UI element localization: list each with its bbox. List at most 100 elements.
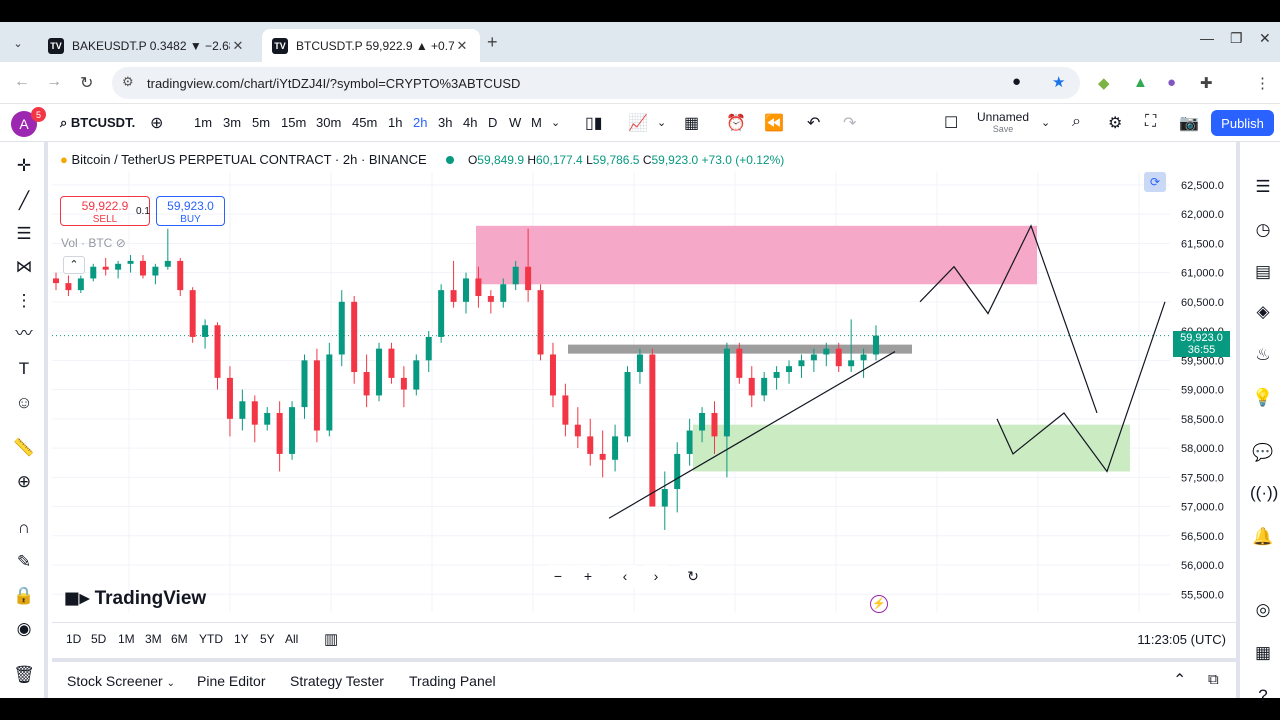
range-all[interactable]: All bbox=[285, 632, 298, 646]
tab-strategy-tester[interactable]: Strategy Tester bbox=[290, 673, 384, 689]
templates-icon[interactable]: ▦ bbox=[684, 113, 699, 133]
notifications-bell-icon[interactable]: 🔔 bbox=[1250, 524, 1276, 550]
quick-search-icon[interactable]: ⌕ bbox=[1072, 113, 1081, 131]
collapse-legend-icon[interactable]: ⌃ bbox=[63, 256, 85, 274]
target-icon[interactable]: ◎ bbox=[1250, 597, 1276, 623]
range-1m[interactable]: 1M bbox=[118, 632, 135, 646]
watchlist-icon[interactable]: ☰ bbox=[1250, 174, 1276, 200]
tradingview-extension-icon[interactable]: ● bbox=[1012, 73, 1021, 90]
close-icon[interactable]: ✕ bbox=[230, 38, 246, 54]
utc-clock[interactable]: 11:23:05 (UTC) bbox=[1137, 632, 1226, 647]
back-icon[interactable]: ← bbox=[14, 73, 30, 91]
browser-tab[interactable]: TV BAKEUSDT.P 0.3482 ▼ −2.68% ✕ bbox=[38, 29, 256, 62]
interval-15m[interactable]: 15m bbox=[281, 115, 306, 130]
minimize-icon[interactable]: — bbox=[1200, 30, 1214, 46]
camera-icon[interactable]: 📷 bbox=[1179, 113, 1199, 133]
interval-5m[interactable]: 5m bbox=[252, 115, 270, 130]
extension-icon[interactable]: ◆ bbox=[1098, 74, 1110, 92]
lock-icon[interactable]: 🔒 bbox=[12, 584, 36, 608]
restore-icon[interactable]: ❐ bbox=[1230, 30, 1243, 47]
range-5y[interactable]: 5Y bbox=[260, 632, 275, 646]
alert-icon[interactable]: ⏰ bbox=[726, 113, 746, 133]
settings-icon[interactable]: ⚙ bbox=[1108, 113, 1122, 133]
chevron-down-icon[interactable]: ⌄ bbox=[551, 116, 560, 129]
symbol-search[interactable]: ⌕ BTCUSDT. bbox=[60, 115, 135, 131]
browser-tab-active[interactable]: TV BTCUSDT.P 59,922.9 ▲ +0.76% ✕ bbox=[262, 29, 480, 62]
replay-icon[interactable]: ⏪ bbox=[764, 113, 784, 133]
interval-3h[interactable]: 3h bbox=[438, 115, 452, 130]
hotlist-flame-icon[interactable]: ♨ bbox=[1250, 342, 1276, 368]
layout-checkbox-icon[interactable]: ☐ bbox=[944, 113, 958, 133]
address-bar[interactable]: ⚙ tradingview.com/chart/iYtDZJ4I/?symbol… bbox=[112, 67, 1080, 99]
close-window-icon[interactable]: ✕ bbox=[1259, 30, 1271, 47]
alerts-clock-icon[interactable]: ◷ bbox=[1250, 217, 1276, 243]
interval-45m[interactable]: 45m bbox=[352, 115, 377, 130]
brush-icon[interactable]: 〰 bbox=[12, 322, 36, 346]
scroll-right-button[interactable]: › bbox=[645, 565, 667, 587]
lightning-icon[interactable]: ⚡ bbox=[870, 595, 888, 613]
trash-icon[interactable]: 🗑 bbox=[12, 663, 36, 687]
forward-icon[interactable]: → bbox=[46, 73, 62, 91]
extensions-puzzle-icon[interactable]: ✚ bbox=[1200, 74, 1213, 92]
layout-name[interactable]: Unnamed Save bbox=[977, 110, 1029, 134]
volume-legend[interactable]: Vol · BTC ⊘ bbox=[61, 236, 126, 250]
interval-2h[interactable]: 2h bbox=[413, 115, 427, 130]
auto-scale-icon[interactable]: ⟳ bbox=[1144, 172, 1166, 192]
chart-pane[interactable]: 62,500.0 62,000.0 61,500.0 61,000.0 60,500.0… bbox=[52, 142, 1236, 678]
go-to-date-icon[interactable]: ▥ bbox=[324, 630, 338, 648]
chat-icon[interactable]: 💬 bbox=[1250, 440, 1276, 466]
ruler-icon[interactable]: 📏 bbox=[12, 436, 36, 460]
fib-icon[interactable]: ⋮ bbox=[12, 289, 36, 313]
interval-M[interactable]: M bbox=[531, 115, 542, 130]
data-window-icon[interactable]: ▤ bbox=[1250, 259, 1276, 285]
chevron-down-icon[interactable]: ⌄ bbox=[1041, 116, 1050, 129]
interval-3m[interactable]: 3m bbox=[223, 115, 241, 130]
range-3m[interactable]: 3M bbox=[145, 632, 162, 646]
emoji-icon[interactable]: ☺ bbox=[12, 391, 36, 415]
calendar-icon[interactable]: ▦ bbox=[1250, 640, 1276, 666]
interval-30m[interactable]: 30m bbox=[316, 115, 341, 130]
lock-drawing-icon[interactable]: ✎ bbox=[12, 550, 36, 574]
streams-icon[interactable]: ((·)) bbox=[1250, 480, 1278, 506]
buy-button[interactable]: 59,923.0 BUY bbox=[156, 196, 225, 226]
zoom-in-button[interactable]: + bbox=[577, 565, 599, 587]
price-chart[interactable]: 62,500.0 62,000.0 61,500.0 61,000.0 60,500.0… bbox=[52, 142, 1236, 642]
candles-type-icon[interactable]: ▯▮ bbox=[585, 113, 603, 133]
redo-icon[interactable]: ↷ bbox=[843, 113, 856, 133]
reset-chart-button[interactable]: ↻ bbox=[682, 565, 704, 587]
chevron-up-icon[interactable]: ⌃ bbox=[1173, 670, 1186, 690]
bookmark-star-icon[interactable]: ★ bbox=[1052, 73, 1065, 91]
trendline-icon[interactable]: ╱ bbox=[12, 189, 36, 213]
range-5d[interactable]: 5D bbox=[91, 632, 106, 646]
range-ytd[interactable]: YTD bbox=[199, 632, 223, 646]
publish-button[interactable]: Publish bbox=[1211, 110, 1274, 136]
undo-icon[interactable]: ↶ bbox=[807, 113, 820, 133]
crosshair-icon[interactable]: ✛ bbox=[12, 154, 36, 178]
ideas-bulb-icon[interactable]: 💡 bbox=[1250, 385, 1276, 411]
eye-icon[interactable]: ◉ bbox=[12, 617, 36, 641]
fullscreen-icon[interactable]: ⛶ bbox=[1145, 113, 1156, 131]
tab-pine-editor[interactable]: Pine Editor bbox=[197, 673, 265, 689]
menu-dots-icon[interactable]: ⋮ bbox=[1255, 74, 1270, 92]
text-icon[interactable]: T bbox=[12, 357, 36, 381]
site-info-icon[interactable]: ⚙ bbox=[122, 74, 134, 90]
drive-icon[interactable]: ▲ bbox=[1133, 74, 1148, 91]
interval-D[interactable]: D bbox=[488, 115, 497, 130]
zoom-out-button[interactable]: − bbox=[547, 565, 569, 587]
magnet-icon[interactable]: ∩ bbox=[12, 516, 36, 540]
help-icon[interactable]: ? bbox=[1250, 683, 1276, 709]
extension-icon[interactable]: ● bbox=[1167, 74, 1176, 91]
tab-stock-screener[interactable]: Stock Screener ⌄ bbox=[67, 673, 175, 689]
zoom-in-icon[interactable]: ⊕ bbox=[12, 470, 36, 494]
tab-trading-panel[interactable]: Trading Panel bbox=[409, 673, 496, 689]
maximize-panel-icon[interactable]: ⧉ bbox=[1208, 671, 1219, 688]
interval-W[interactable]: W bbox=[509, 115, 521, 130]
interval-4h[interactable]: 4h bbox=[463, 115, 477, 130]
tab-search-icon[interactable]: ⌄ bbox=[6, 31, 30, 55]
layers-icon[interactable]: ◈ bbox=[1250, 299, 1276, 325]
new-tab-icon[interactable]: + bbox=[487, 32, 498, 53]
reload-icon[interactable]: ↻ bbox=[80, 73, 93, 93]
range-6m[interactable]: 6M bbox=[171, 632, 188, 646]
interval-1m[interactable]: 1m bbox=[194, 115, 212, 130]
compare-add-icon[interactable]: ⊕ bbox=[150, 113, 163, 133]
